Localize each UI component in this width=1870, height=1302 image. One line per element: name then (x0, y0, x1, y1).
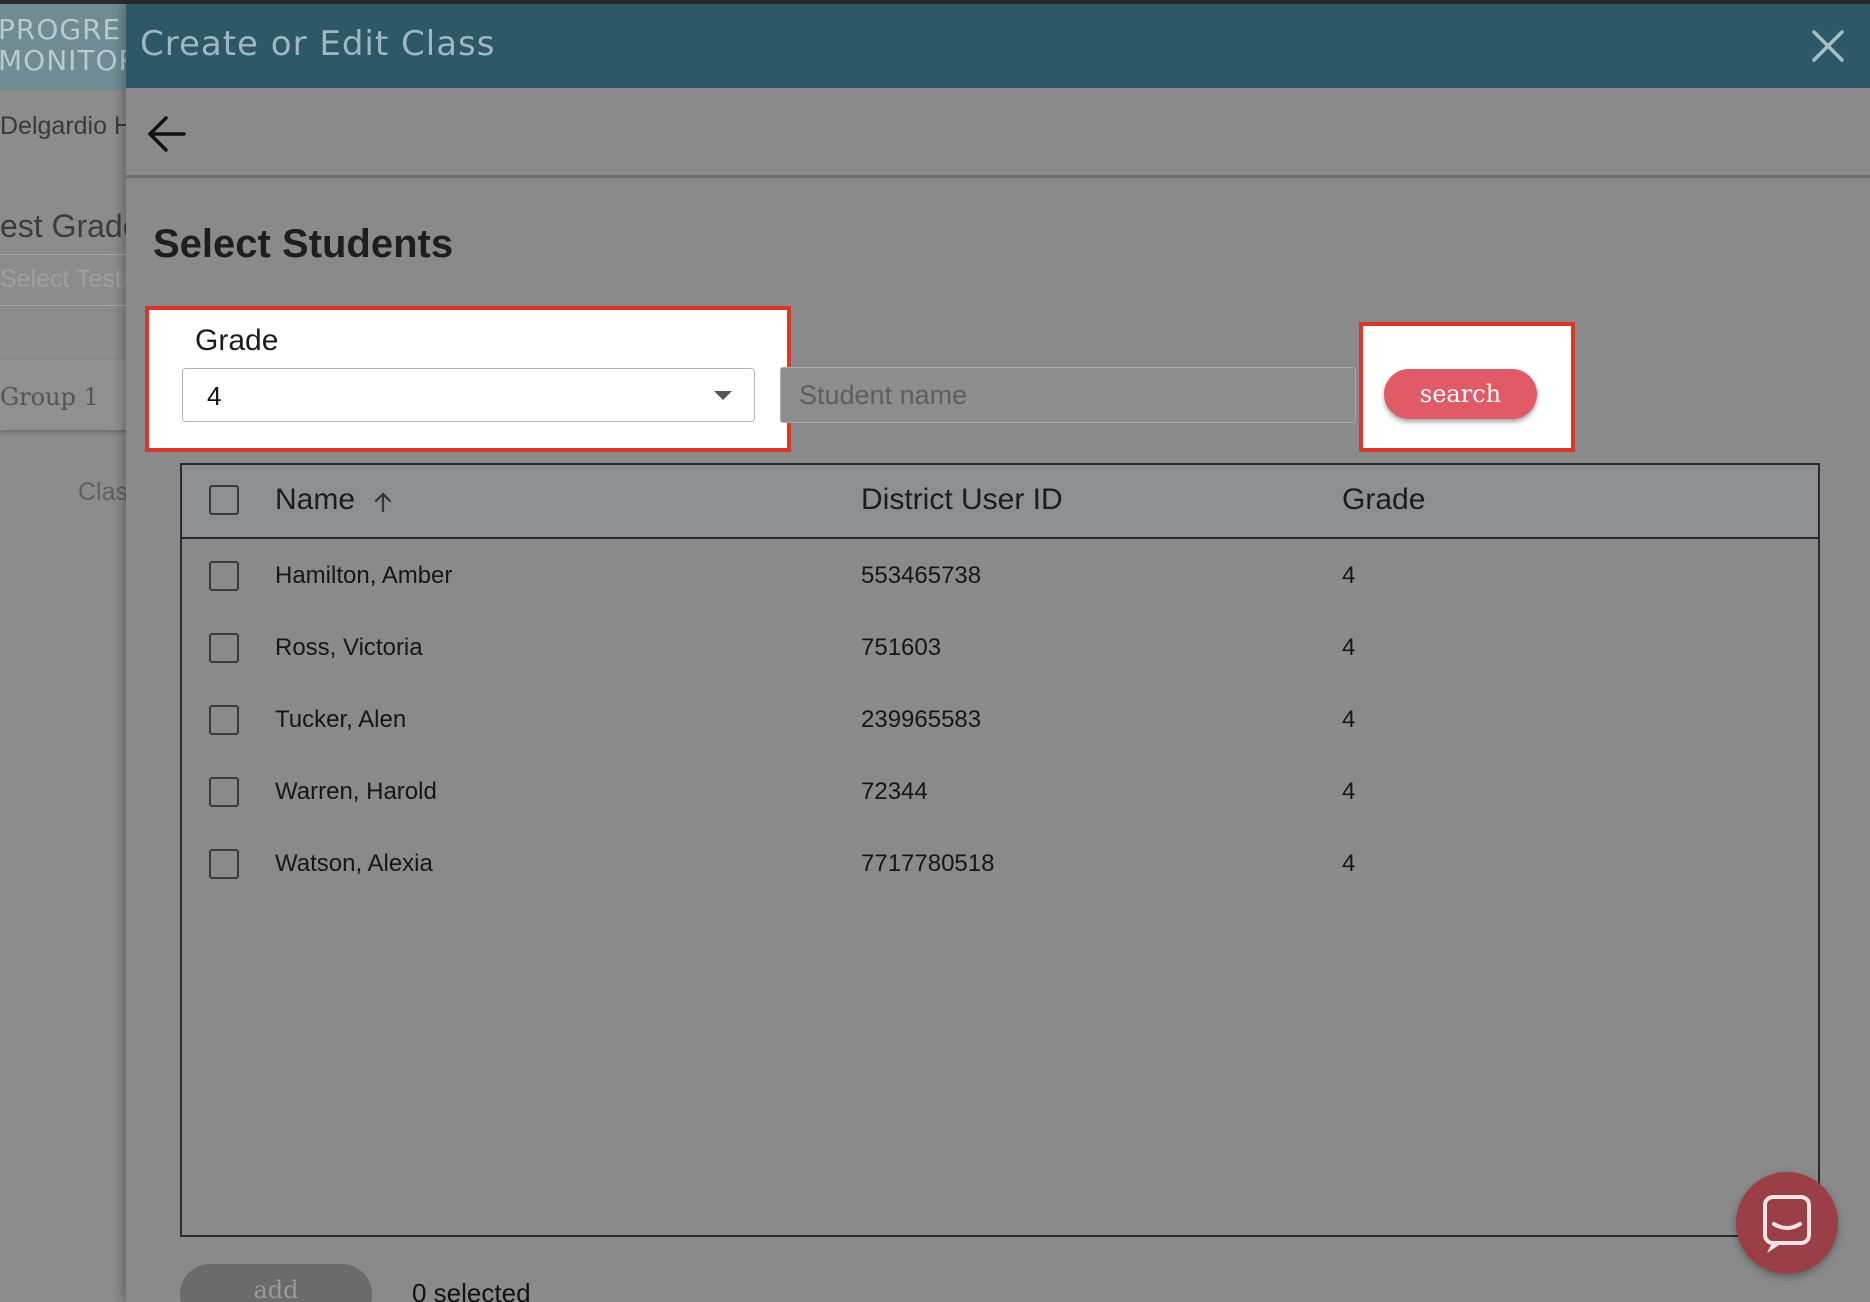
district-user-id: 72344 (861, 778, 928, 805)
grade-filter: Grade 4 (145, 306, 791, 452)
test-grade-label: est Grade (0, 208, 141, 244)
student-name: Watson, Alexia (275, 850, 433, 877)
student-grade: 4 (1342, 706, 1356, 733)
dialog-toolbar (126, 88, 1870, 178)
table-row[interactable]: Hamilton, Amber 553465738 4 (182, 541, 1818, 613)
search-button-container: search (1359, 322, 1575, 452)
section-title: Select Students (153, 222, 454, 266)
add-button[interactable]: add (180, 1264, 372, 1302)
select-all-checkbox[interactable] (209, 485, 239, 515)
row-checkbox[interactable] (209, 561, 239, 591)
logo-line-2: MONITOR (0, 44, 130, 77)
dialog-header: Create or Edit Class (126, 4, 1870, 88)
arrow-left-icon[interactable] (144, 111, 190, 157)
table-row[interactable]: Ross, Victoria 751603 4 (182, 613, 1818, 685)
student-name: Ross, Victoria (275, 634, 423, 661)
group-name: Group 1 (0, 383, 99, 411)
grade-label: Grade (195, 324, 279, 357)
student-name: Tucker, Alen (275, 706, 407, 733)
close-icon[interactable] (1806, 24, 1850, 68)
student-name: Warren, Harold (275, 778, 437, 805)
search-button[interactable]: search (1384, 369, 1537, 419)
student-grade: 4 (1342, 634, 1356, 661)
divider (0, 305, 130, 306)
chevron-down-icon (714, 391, 732, 400)
student-grade: 4 (1342, 778, 1356, 805)
district-user-id: 553465738 (861, 562, 982, 589)
app-logo: PROGRE MONITOR (0, 4, 130, 90)
district-user-id: 751603 (861, 634, 942, 661)
table-row[interactable]: Watson, Alexia 7717780518 4 (182, 829, 1818, 901)
table-row[interactable]: Tucker, Alen 239965583 4 (182, 685, 1818, 757)
district-user-id: 239965583 (861, 706, 982, 733)
column-header-name[interactable]: Name (275, 483, 355, 517)
column-header-district-id[interactable]: District User ID (861, 483, 1063, 517)
district-user-id: 7717780518 (861, 850, 995, 877)
row-checkbox[interactable] (209, 777, 239, 807)
students-table: Name District User ID Grade Hamilton, Am… (180, 463, 1820, 1237)
divider (0, 254, 130, 255)
student-grade: 4 (1342, 562, 1356, 589)
create-edit-class-dialog: Create or Edit Class Select Students Gra… (126, 4, 1870, 1302)
school-name: Delgardio H (0, 112, 133, 140)
dialog-title: Create or Edit Class (140, 24, 496, 64)
grade-select-value: 4 (207, 381, 222, 411)
student-name: Hamilton, Amber (275, 562, 453, 589)
grade-select[interactable]: 4 (182, 368, 755, 422)
row-checkbox[interactable] (209, 849, 239, 879)
logo-line-1: PROGRE (0, 13, 122, 46)
arrow-up-icon[interactable] (371, 490, 395, 514)
select-test-placeholder: Select Test (0, 265, 122, 293)
chat-icon (1763, 1195, 1811, 1253)
table-row[interactable]: Warren, Harold 72344 4 (182, 757, 1818, 829)
chat-launcher-button[interactable] (1736, 1172, 1838, 1274)
row-checkbox[interactable] (209, 705, 239, 735)
table-header: Name District User ID Grade (182, 465, 1818, 539)
row-checkbox[interactable] (209, 633, 239, 663)
student-name-input[interactable] (780, 367, 1356, 423)
student-grade: 4 (1342, 850, 1356, 877)
column-header-grade[interactable]: Grade (1342, 483, 1425, 517)
selected-count: 0 selected (412, 1278, 531, 1302)
class-label: Clas (78, 478, 129, 506)
